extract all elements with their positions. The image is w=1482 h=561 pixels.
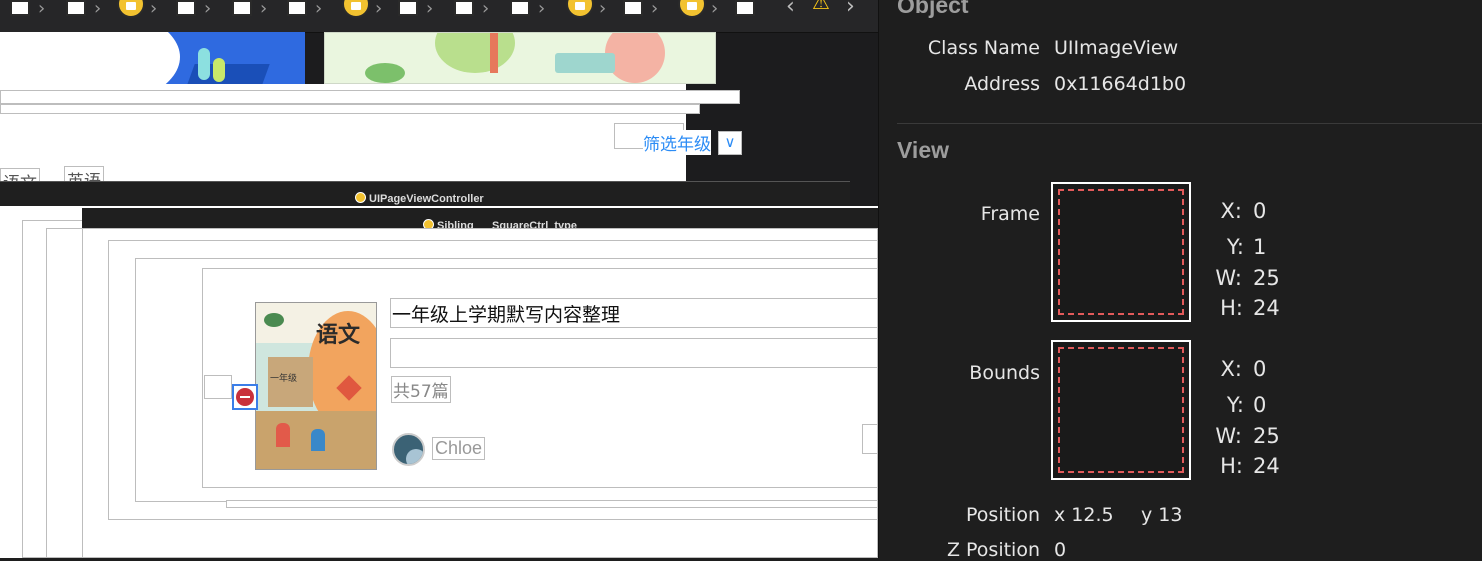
frame-x-value[interactable]: 0 xyxy=(1253,199,1266,223)
bounds-y-value[interactable]: 0 xyxy=(1253,393,1266,417)
chevron-right-icon: › xyxy=(150,0,158,19)
frame-y-value[interactable]: 1 xyxy=(1253,235,1266,259)
frame-w-value[interactable]: 25 xyxy=(1253,266,1280,290)
view-controller-icon[interactable] xyxy=(342,0,370,18)
jump-bar: › › › › › › › › › › › › › ‹ ⚠ › xyxy=(0,0,878,33)
chevron-right-icon: › xyxy=(315,0,323,19)
object-inspector: Object Class Name UIImageView Address 0x… xyxy=(878,0,1482,561)
view-icon[interactable] xyxy=(232,0,252,16)
chevron-down-icon[interactable]: ∨ xyxy=(718,131,742,155)
chevron-right-icon: › xyxy=(260,0,268,19)
section-divider xyxy=(897,123,1482,124)
frame-h-value[interactable]: 24 xyxy=(1253,296,1280,320)
chevron-right-icon: › xyxy=(375,0,383,19)
chevron-right-icon: › xyxy=(204,0,212,19)
bounds-h-value[interactable]: 24 xyxy=(1253,454,1280,478)
selected-image-view[interactable] xyxy=(232,384,258,410)
bounds-x-value[interactable]: 0 xyxy=(1253,357,1266,381)
position-x-value[interactable]: x 12.5 xyxy=(1054,504,1114,526)
book-cover-image[interactable]: 语文 一年级 xyxy=(255,302,377,470)
view-icon[interactable] xyxy=(10,0,30,16)
forward-arrow-icon[interactable]: › xyxy=(846,0,855,19)
bounds-h-label: H: xyxy=(1220,454,1243,478)
view-controller-icon[interactable] xyxy=(678,0,706,18)
bounds-label: Bounds xyxy=(969,362,1040,384)
position-label: Position xyxy=(966,504,1040,526)
chevron-right-icon: › xyxy=(651,0,659,19)
chevron-right-icon: › xyxy=(599,0,607,19)
view-controller-icon[interactable] xyxy=(117,0,145,18)
chevron-right-icon: › xyxy=(711,0,719,19)
frame-h-label: H: xyxy=(1220,296,1243,320)
bounds-x-label: X: xyxy=(1220,357,1242,381)
position-y-value[interactable]: y 13 xyxy=(1141,504,1182,526)
bounds-w-label: W: xyxy=(1215,424,1242,448)
bounds-diagram xyxy=(1051,340,1191,480)
layer-label: UIPageViewController xyxy=(355,192,484,205)
class-name-label: Class Name xyxy=(927,37,1040,59)
divider-layer xyxy=(0,90,740,104)
view-icon[interactable] xyxy=(623,0,643,16)
chevron-right-icon: › xyxy=(538,0,546,19)
object-section-title: Object xyxy=(897,0,969,18)
view-icon[interactable] xyxy=(66,0,86,16)
frame-x-label: X: xyxy=(1220,199,1242,223)
chevron-right-icon: › xyxy=(426,0,434,19)
view-hierarchy-canvas[interactable]: › › › › › › › › › › › › › ‹ ⚠ › 筛选年级 ∨ U… xyxy=(0,0,878,558)
view-icon[interactable] xyxy=(398,0,418,16)
view-icon[interactable] xyxy=(510,0,530,16)
chevron-right-icon: › xyxy=(94,0,102,19)
frame-label: Frame xyxy=(980,203,1040,225)
frame-w-label: W: xyxy=(1215,266,1242,290)
divider-layer xyxy=(0,104,700,114)
view-section-title: View xyxy=(897,137,949,163)
avatar[interactable] xyxy=(392,433,425,466)
address-label: Address xyxy=(964,73,1040,95)
back-arrow-icon[interactable]: ‹ xyxy=(786,0,795,19)
grade-filter-button[interactable]: 筛选年级 xyxy=(643,130,711,155)
banner-image-left xyxy=(0,32,305,90)
cover-title: 语文 xyxy=(316,322,361,348)
author-name: Chloe xyxy=(432,437,486,460)
frame-y-label: Y: xyxy=(1226,235,1244,259)
cell-title: 一年级上学期默写内容整理 xyxy=(392,304,621,326)
view-controller-icon[interactable] xyxy=(566,0,594,18)
banner-image-right xyxy=(324,32,716,84)
bounds-w-value[interactable]: 25 xyxy=(1253,424,1280,448)
subtitle-field xyxy=(390,338,878,368)
small-view xyxy=(204,375,232,399)
separator-layer xyxy=(226,500,878,508)
view-icon[interactable] xyxy=(176,0,196,16)
warning-icon[interactable]: ⚠ xyxy=(812,0,830,15)
view-icon[interactable] xyxy=(287,0,307,16)
small-view xyxy=(862,424,878,454)
view-icon[interactable] xyxy=(735,0,755,16)
class-name-value[interactable]: UIImageView xyxy=(1054,37,1178,59)
article-count: 共57篇 xyxy=(391,376,451,403)
cover-grade: 一年级 xyxy=(270,374,298,384)
chevron-right-icon: › xyxy=(482,0,490,19)
frame-diagram xyxy=(1051,182,1191,322)
address-value[interactable]: 0x11664d1b0 xyxy=(1054,73,1186,95)
chevron-right-icon: › xyxy=(38,0,46,19)
bounds-y-label: Y: xyxy=(1226,393,1244,417)
view-icon[interactable] xyxy=(454,0,474,16)
